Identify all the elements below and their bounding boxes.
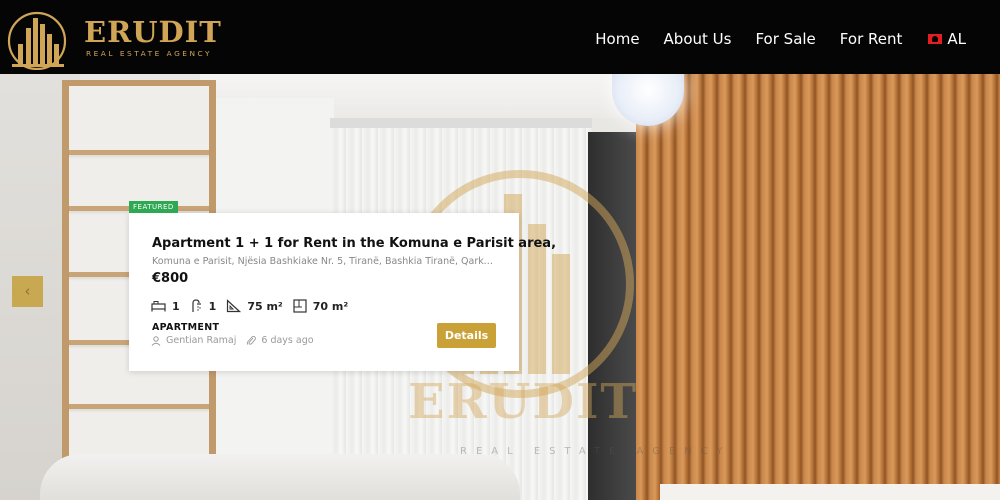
watermark-name: ERUDIT	[408, 374, 639, 430]
site-logo[interactable]: ERUDIT REAL ESTATE AGENCY	[4, 8, 234, 70]
logo-building-icon	[7, 11, 67, 70]
property-title[interactable]: Apartment 1 + 1 for Rent in the Komuna e…	[152, 236, 556, 251]
chevron-left-icon: ‹	[24, 282, 31, 300]
hero-photo-wood-slats	[636, 74, 1000, 500]
nav-for-sale[interactable]: For Sale	[755, 30, 815, 48]
albania-flag-icon	[928, 34, 943, 44]
watermark-tagline: REAL ESTATE AGENCY	[460, 446, 732, 457]
property-address: Komuna e Parisit, Njësia Bashkiake Nr. 5…	[152, 256, 497, 267]
main-nav: Home About Us For Sale For Rent AL	[571, 30, 966, 48]
site-header: ERUDIT REAL ESTATE AGENCY Home About Us …	[0, 0, 1000, 74]
shower-icon	[192, 299, 201, 312]
ruler-triangle-icon	[227, 299, 242, 313]
language-switcher[interactable]: AL	[928, 30, 966, 48]
hero-photo-curtain-rail	[330, 118, 592, 128]
posted-info: 6 days ago	[246, 335, 314, 346]
slider-prev-button[interactable]: ‹	[12, 276, 43, 307]
details-button[interactable]: Details	[437, 323, 496, 348]
bathrooms-value: 1	[208, 299, 217, 313]
logo-tagline: REAL ESTATE AGENCY	[86, 49, 213, 58]
featured-badge: FEATURED	[129, 201, 178, 213]
agent-name: Gentian Ramaj	[166, 335, 237, 346]
property-specs: 1 1 75 m² 70 m²	[151, 299, 358, 313]
property-type: APARTMENT	[152, 322, 220, 333]
bedrooms-value: 1	[172, 299, 180, 313]
language-label: AL	[947, 30, 966, 48]
nav-home[interactable]: Home	[595, 30, 639, 48]
agent-info[interactable]: Gentian Ramaj	[151, 335, 236, 346]
spec-lot-area: 70 m²	[293, 299, 348, 313]
bed-icon	[151, 301, 166, 312]
posted-date: 6 days ago	[261, 335, 314, 346]
property-card: Apartment 1 + 1 for Rent in the Komuna e…	[129, 213, 556, 371]
paperclip-icon	[247, 335, 257, 345]
spec-bathrooms: 1	[190, 299, 217, 313]
property-meta: Gentian Ramaj 6 days ago	[151, 335, 324, 346]
user-icon	[151, 335, 161, 346]
logo-name: ERUDIT	[84, 15, 222, 49]
hero-photo-floor	[660, 484, 1000, 500]
nav-for-rent[interactable]: For Rent	[840, 30, 903, 48]
spec-area: 75 m²	[226, 299, 283, 313]
property-price: €800	[152, 271, 189, 286]
lot-area-value: 70 m²	[312, 299, 349, 313]
area-value: 75 m²	[247, 299, 283, 313]
nav-about-us[interactable]: About Us	[664, 30, 732, 48]
floor-plan-icon	[293, 299, 307, 313]
spec-bedrooms: 1	[151, 300, 180, 313]
